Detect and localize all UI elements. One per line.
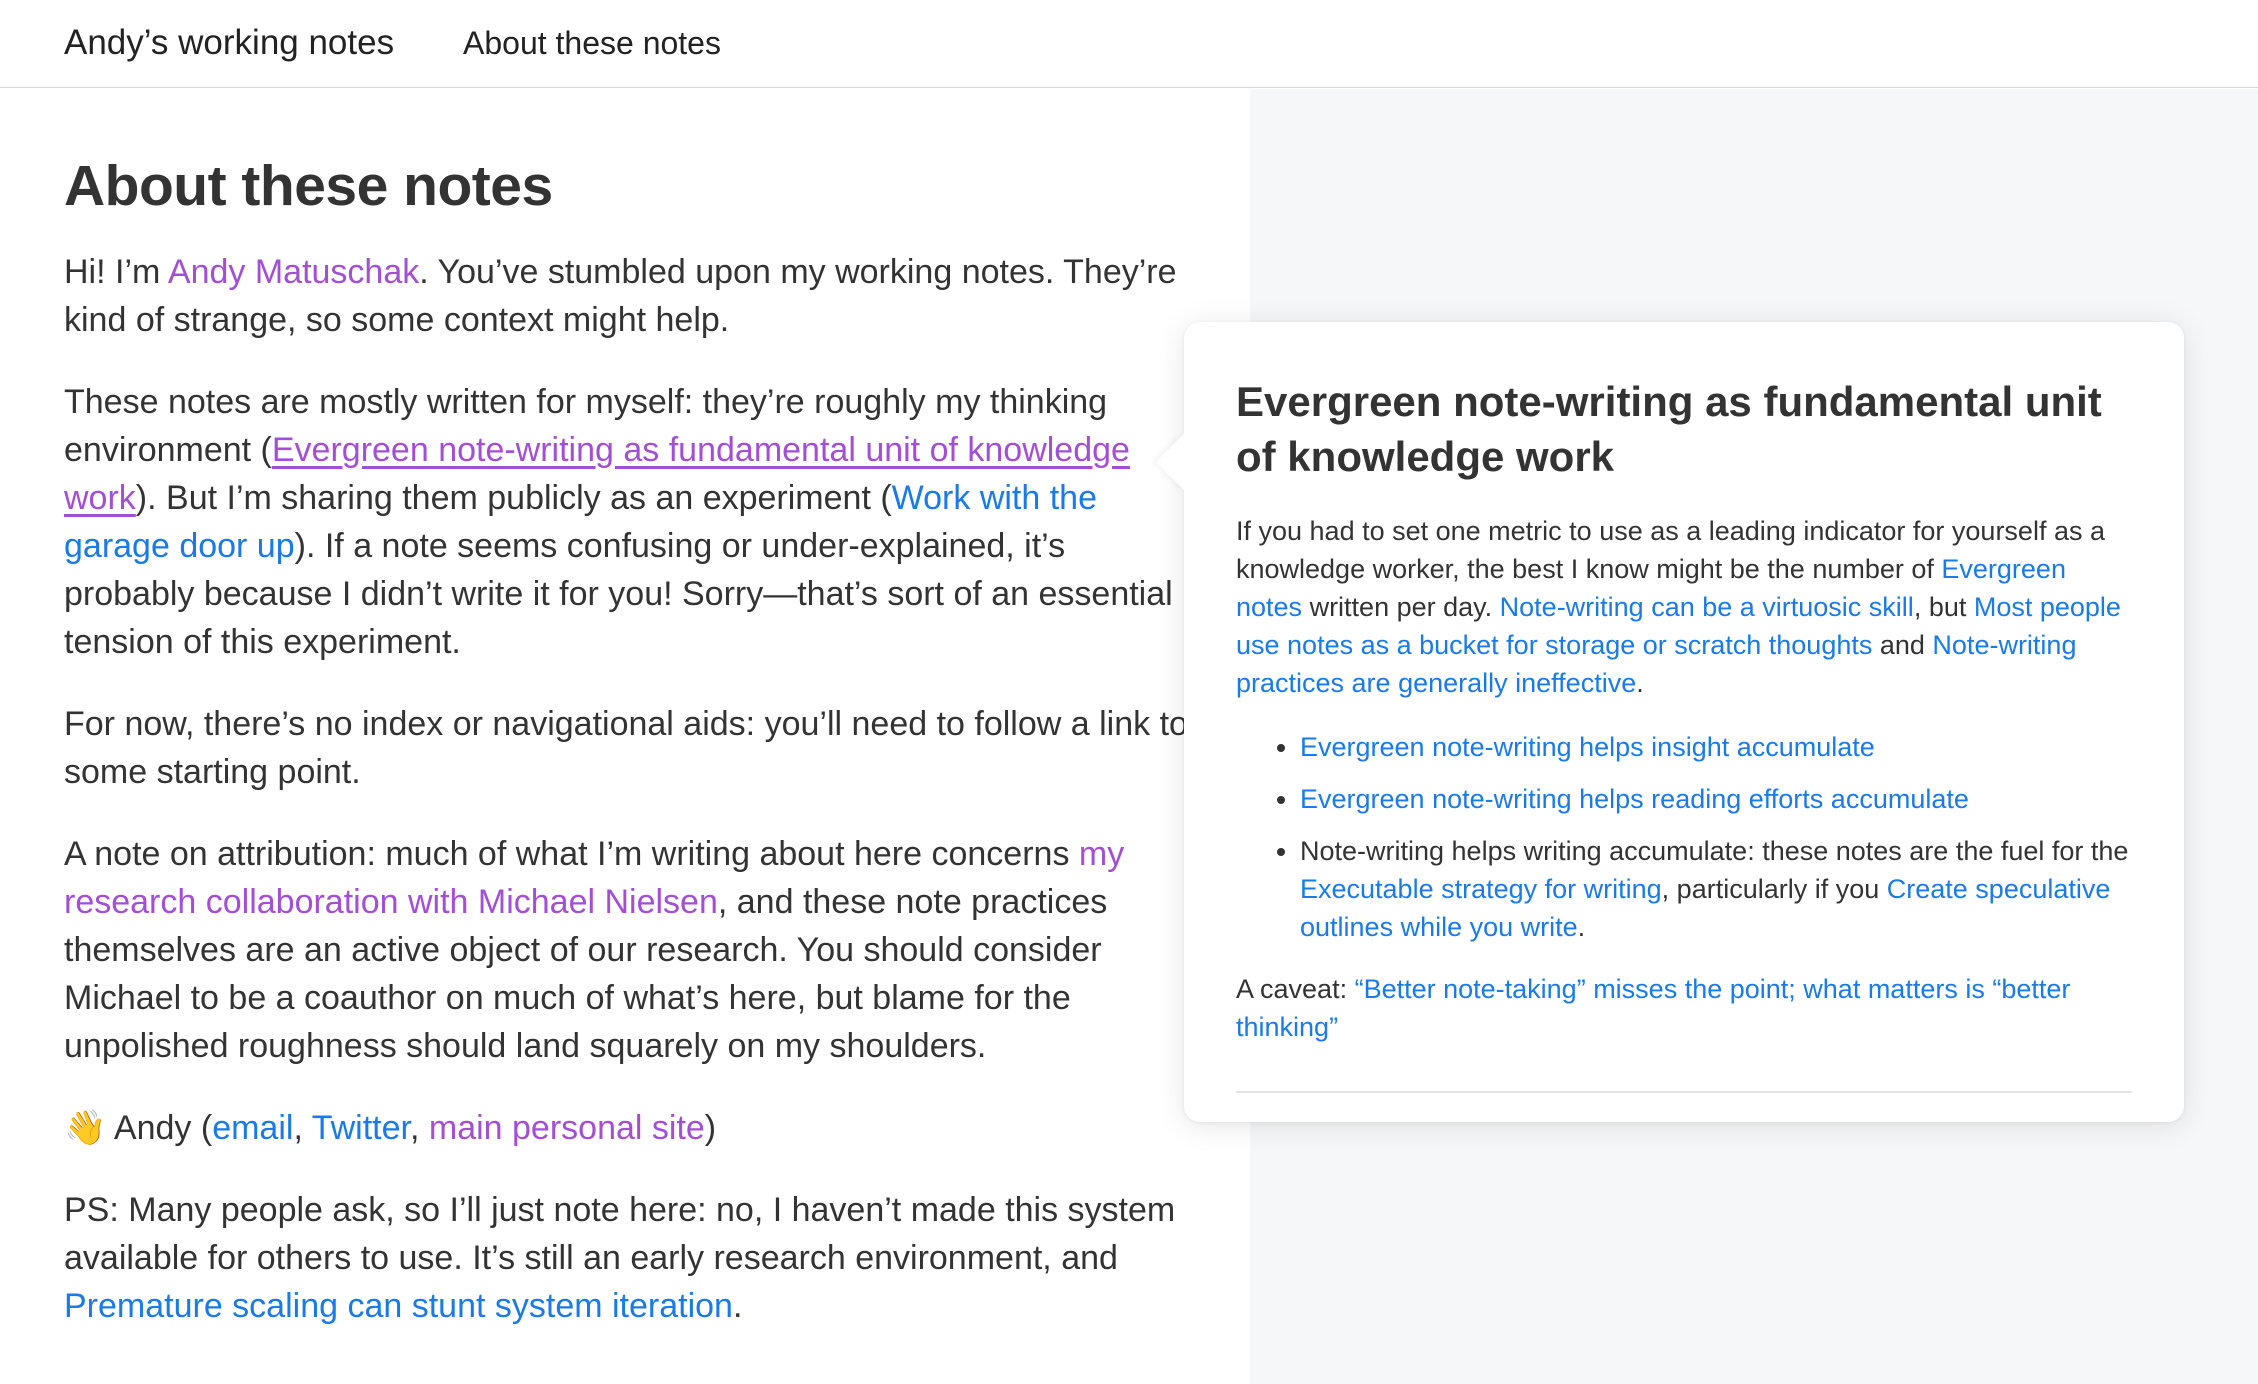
purpose-paragraph: These notes are mostly written for mysel… [64, 378, 1194, 666]
navigation-paragraph: For now, there’s no index or navigationa… [64, 700, 1194, 796]
intro-paragraph: Hi! I’m Andy Matuschak. You’ve stumbled … [64, 248, 1194, 344]
nav-about-link[interactable]: About these notes [463, 25, 721, 62]
ps-text-2: . [732, 1287, 743, 1325]
popover-text-2: written per day. [1302, 592, 1500, 622]
signoff-sep-1: , [293, 1109, 312, 1147]
signoff-text-2: ) [704, 1109, 717, 1147]
popover-title: Evergreen note-writing as fundamental un… [1236, 378, 2102, 480]
personal-site-link[interactable]: main personal site [429, 1109, 705, 1147]
main-note: About these notes Hi! I’m Andy Matuschak… [64, 150, 1194, 1364]
twitter-link[interactable]: Twitter [312, 1109, 410, 1147]
caveat-paragraph: A caveat: “Better note-taking” misses th… [1236, 970, 2132, 1046]
signoff-sep-2: , [409, 1109, 429, 1147]
ps-text-1: PS: Many people ask, so I’ll just note h… [64, 1191, 1176, 1277]
popover-text-5: . [1636, 668, 1644, 698]
email-link[interactable]: email [212, 1109, 293, 1147]
premature-scaling-link[interactable]: Premature scaling can stunt system itera… [64, 1287, 733, 1325]
popover-content: Evergreen note-writing as fundamental un… [1236, 374, 2132, 1072]
signoff-paragraph: 👋 Andy (email, Twitter, main personal si… [64, 1104, 1194, 1152]
ps-paragraph: PS: Many people ask, so I’ll just note h… [64, 1186, 1194, 1330]
purpose-text-2: ). But I’m sharing them publicly as an e… [135, 479, 892, 517]
insight-accumulate-link[interactable]: Evergreen note-writing helps insight acc… [1300, 732, 1875, 762]
attribution-text-1: A note on attribution: much of what I’m … [64, 835, 1079, 873]
navigation-text: For now, there’s no index or navigationa… [64, 705, 1188, 791]
popover-text-4: and [1872, 630, 1933, 660]
writing-accumulate-text-1: Note-writing helps writing accumulate: t… [1300, 836, 2129, 866]
popover-text-3: , but [1913, 592, 1974, 622]
list-item: Evergreen note-writing helps reading eff… [1300, 780, 2132, 818]
andy-matuschak-link[interactable]: Andy Matuschak [168, 253, 419, 291]
list-item: Note-writing helps writing accumulate: t… [1300, 832, 2132, 946]
popover-list: Evergreen note-writing helps insight acc… [1300, 728, 2132, 946]
writing-accumulate-text-2: , particularly if you [1661, 874, 1887, 904]
intro-text-1: Hi! I’m [64, 253, 168, 291]
note-preview-popover[interactable]: Evergreen note-writing as fundamental un… [1155, 322, 2184, 1122]
reading-accumulate-link[interactable]: Evergreen note-writing helps reading eff… [1300, 784, 1969, 814]
waving-hand-icon: 👋 [64, 1109, 107, 1147]
signoff-text-1: Andy ( [106, 1109, 213, 1147]
popover-divider [1236, 1091, 2132, 1093]
virtuosic-skill-link[interactable]: Note-writing can be a virtuosic skill [1500, 592, 1914, 622]
page-title: About these notes [64, 154, 553, 218]
executable-strategy-link[interactable]: Executable strategy for writing [1300, 874, 1662, 904]
top-header: Andy’s working notes About these notes [0, 0, 2258, 88]
attribution-paragraph: A note on attribution: much of what I’m … [64, 830, 1194, 1070]
site-title-link[interactable]: Andy’s working notes [64, 23, 394, 63]
caveat-text: A caveat: [1236, 974, 1355, 1004]
writing-accumulate-text-3: . [1577, 912, 1586, 942]
popover-paragraph: If you had to set one metric to use as a… [1236, 512, 2132, 702]
better-thinking-link[interactable]: “Better note-taking” misses the point; w… [1236, 974, 2070, 1042]
list-item: Evergreen note-writing helps insight acc… [1300, 728, 2132, 766]
